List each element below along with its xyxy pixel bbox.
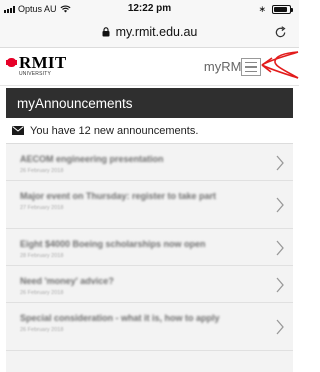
chevron-right-icon[interactable] (275, 319, 285, 335)
announcement-title[interactable]: Special consideration - what it is, how … (20, 312, 261, 324)
browser-url-bar[interactable]: my.rmit.edu.au (0, 18, 299, 48)
announcements-summary: You have 12 new announcements. (6, 118, 293, 144)
announcement-title[interactable]: Need 'money' advice? (20, 275, 261, 287)
chevron-right-icon[interactable] (275, 197, 285, 213)
lock-icon (102, 27, 110, 37)
menu-icon-bar (245, 70, 257, 73)
rmit-logo-pixel-icon (6, 58, 17, 67)
announcement-item[interactable]: Need 'money' advice? 26 February 2018 (6, 266, 293, 303)
chevron-right-icon[interactable] (275, 155, 285, 171)
announcement-date: 28 February 2018 (20, 253, 64, 259)
reload-icon[interactable] (274, 26, 287, 39)
battery-icon (272, 5, 293, 14)
menu-icon-bar (245, 66, 257, 68)
logo-wordmark: RMIT (19, 53, 67, 72)
announcement-title[interactable]: AECOM engineering presentation (20, 153, 261, 165)
envelope-icon (12, 126, 24, 135)
chevron-right-icon[interactable] (275, 277, 285, 293)
chevron-right-icon[interactable] (275, 240, 285, 256)
summary-text: You have 12 new announcements. (30, 124, 199, 137)
status-time: 12:22 pm (127, 3, 172, 14)
menu-icon (245, 61, 257, 64)
announcement-item[interactable]: Special consideration - what it is, how … (6, 303, 293, 351)
announcements-panel: You have 12 new announcements. AECOM eng… (6, 118, 293, 372)
announcement-date: 26 February 2018 (20, 290, 64, 296)
announcement-title[interactable]: Major event on Thursday: register to tak… (20, 190, 261, 202)
announcement-date: 26 February 2018 (20, 327, 64, 333)
announcement-item[interactable]: AECOM engineering presentation 26 Februa… (6, 144, 293, 181)
rmit-logo[interactable]: RMIT UNIVERSITY (6, 53, 67, 77)
bluetooth-icon: ∗ (258, 4, 266, 14)
announcements-heading: myAnnouncements (6, 88, 293, 118)
logo-subtitle: UNIVERSITY (19, 71, 52, 77)
site-header: RMIT UNIVERSITY myRMIT (0, 48, 299, 86)
announcement-item[interactable]: Eight $4000 Boeing scholarships now open… (6, 229, 293, 266)
announcement-date: 26 February 2018 (20, 168, 64, 174)
status-bar: Optus AU 12:22 pm ∗ (0, 0, 299, 18)
url-text[interactable]: my.rmit.edu.au (116, 25, 198, 39)
announcement-item[interactable]: Major event on Thursday: register to tak… (6, 181, 293, 229)
announcement-title[interactable]: Eight $4000 Boeing scholarships now open (20, 238, 261, 250)
announcement-list: AECOM engineering presentation 26 Februa… (6, 144, 293, 351)
announcement-date: 27 February 2018 (20, 205, 64, 211)
